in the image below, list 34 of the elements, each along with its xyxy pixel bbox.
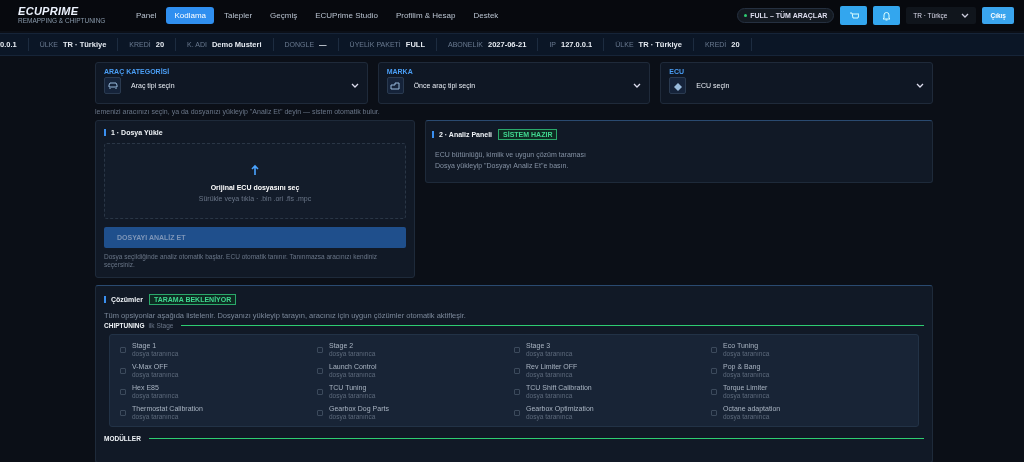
chevron-down-icon: [916, 83, 924, 88]
checkbox[interactable]: [317, 388, 323, 395]
cart-button[interactable]: [840, 6, 868, 25]
checkbox[interactable]: [514, 409, 520, 416]
checkbox[interactable]: [317, 409, 323, 416]
checkbox[interactable]: [514, 367, 520, 374]
nav-tab[interactable]: Destek: [465, 7, 507, 24]
nav-tab[interactable]: Talepler: [216, 7, 261, 24]
chevron-down-icon: [633, 83, 642, 88]
checkbox[interactable]: [514, 346, 520, 353]
checkbox[interactable]: [711, 409, 717, 416]
cart-icon: [848, 11, 859, 20]
checkbox[interactable]: [711, 388, 717, 395]
notifications-button[interactable]: [873, 6, 901, 25]
upload-arrow-icon: [251, 164, 259, 176]
chevron-down-icon: [350, 83, 359, 88]
car-icon: [106, 80, 119, 91]
checkbox[interactable]: [120, 367, 126, 374]
checkbox[interactable]: [120, 388, 126, 395]
checkbox[interactable]: [317, 367, 323, 374]
checkbox[interactable]: [317, 346, 323, 353]
chevron-down-icon: [961, 13, 970, 18]
checkbox[interactable]: [711, 346, 717, 353]
checkbox[interactable]: [120, 346, 126, 353]
checkbox[interactable]: [711, 367, 717, 374]
nav-tab[interactable]: Geçmiş: [262, 7, 306, 24]
logo-title: ECUPRIME: [18, 6, 80, 17]
nav-tab[interactable]: Panel: [128, 7, 165, 24]
bell-icon: [882, 10, 892, 21]
checkbox[interactable]: [120, 409, 126, 416]
tag-icon: [389, 80, 402, 91]
nav-tab[interactable]: Profilim & Hesap: [387, 7, 464, 24]
nav-tab[interactable]: ECUPrime Studio: [307, 7, 386, 24]
checkbox[interactable]: [514, 388, 520, 395]
